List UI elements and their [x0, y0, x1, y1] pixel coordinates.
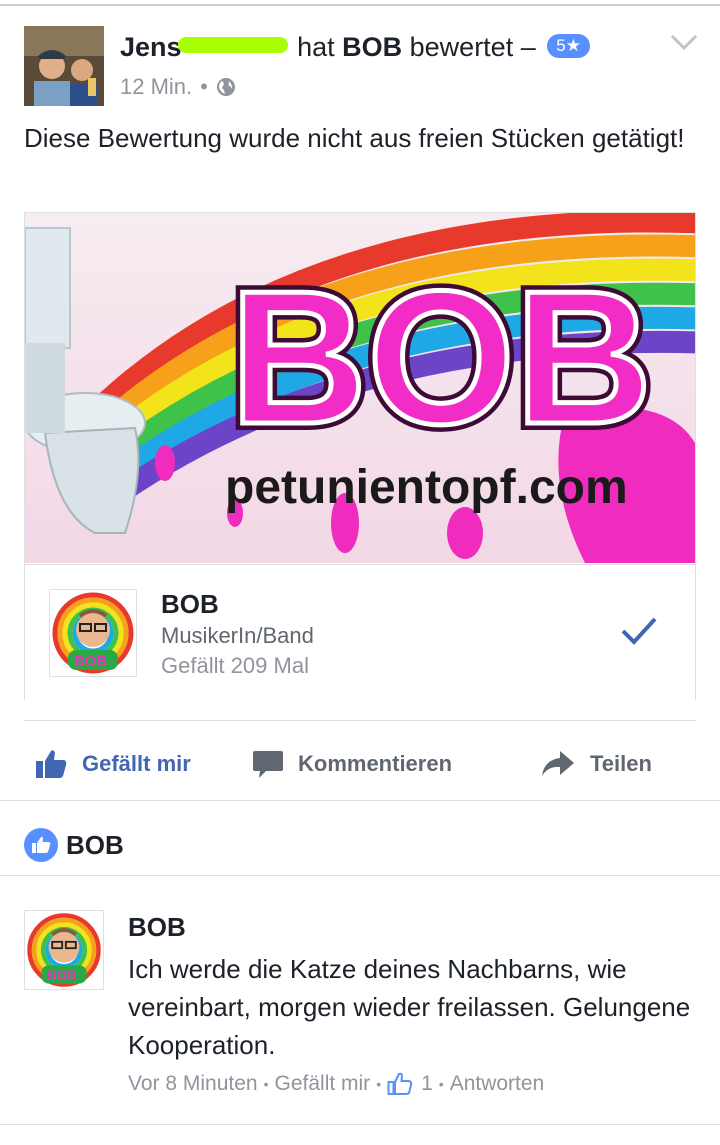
chevron-down-icon[interactable] — [668, 30, 700, 54]
like-button[interactable]: Gefällt mir — [34, 740, 191, 788]
post-author-line: Jens hat BOB bewertet – 5★ — [120, 32, 590, 63]
meta-separator: • — [438, 1076, 444, 1092]
author-name[interactable]: Jens — [120, 32, 182, 62]
globe-icon — [216, 78, 235, 96]
comment-avatar-logo-text: BOB — [47, 968, 77, 983]
author-avatar[interactable] — [24, 26, 104, 106]
action-text: bewertet – — [409, 32, 536, 62]
comment-time[interactable]: Vor 8 Minuten — [128, 1072, 258, 1096]
reactor-name[interactable]: BOB — [66, 830, 124, 861]
check-icon[interactable] — [619, 615, 659, 647]
page-name[interactable]: BOB — [161, 589, 219, 620]
comment-avatar[interactable]: BOB — [24, 910, 104, 990]
comment-icon — [253, 751, 283, 778]
page-attachment-card[interactable]: BOB BOB petunientopf.com BOB BOB Musiker… — [24, 212, 696, 700]
reaction-summary[interactable]: BOB — [24, 828, 124, 862]
meta-separator: • — [376, 1076, 382, 1092]
comment-meta: Vor 8 Minuten • Gefällt mir • 1 • Antwor… — [128, 1072, 544, 1096]
banner-domain-text: petunientopf.com — [225, 461, 628, 514]
like-reaction-icon — [24, 828, 58, 862]
thumbs-up-outline-icon — [387, 1072, 413, 1095]
comment-label: Kommentieren — [298, 751, 453, 776]
rating-badge: 5★ — [547, 33, 590, 58]
page-banner-image[interactable]: BOB BOB petunientopf.com — [25, 213, 695, 563]
comment-button[interactable]: Kommentieren — [252, 740, 452, 788]
share-label: Teilen — [590, 751, 652, 776]
page-info[interactable]: BOB BOB MusikerIn/Band Gefällt 209 Mal — [25, 564, 695, 700]
meta-separator: • — [263, 1076, 269, 1092]
banner-logo-text: BOB — [230, 252, 652, 464]
redaction-mark — [177, 36, 288, 53]
top-divider — [0, 4, 720, 6]
reply-link[interactable]: Antworten — [450, 1072, 545, 1096]
page-link[interactable]: BOB — [342, 32, 402, 62]
comment-like-link[interactable]: Gefällt mir — [275, 1072, 371, 1096]
share-arrow-icon — [542, 751, 574, 776]
post-text: Diese Bewertung wurde nicht aus freien S… — [24, 123, 685, 153]
page-category: MusikerIn/Band — [161, 623, 314, 648]
meta-separator: • — [200, 74, 208, 99]
post-time[interactable]: 12 Min. — [120, 74, 192, 100]
thumbs-up-icon — [36, 750, 67, 778]
page-like-count: Gefällt 209 Mal — [161, 653, 309, 678]
share-button[interactable]: Teilen — [540, 740, 652, 788]
post-meta: 12 Min. • — [120, 74, 236, 100]
divider — [24, 720, 696, 721]
comment-text: Ich werde die Katze deines Nachbarns, wi… — [128, 954, 691, 1060]
bottom-divider — [0, 1124, 720, 1125]
avatar-logo-text: BOB — [74, 653, 108, 670]
like-label: Gefällt mir — [82, 751, 191, 776]
page-profile-picture[interactable]: BOB — [49, 589, 137, 677]
divider — [0, 875, 720, 876]
divider — [0, 800, 720, 801]
comment-author[interactable]: BOB — [128, 912, 186, 943]
comment-like-count: 1 — [421, 1072, 433, 1095]
author-verb: hat — [297, 32, 335, 62]
